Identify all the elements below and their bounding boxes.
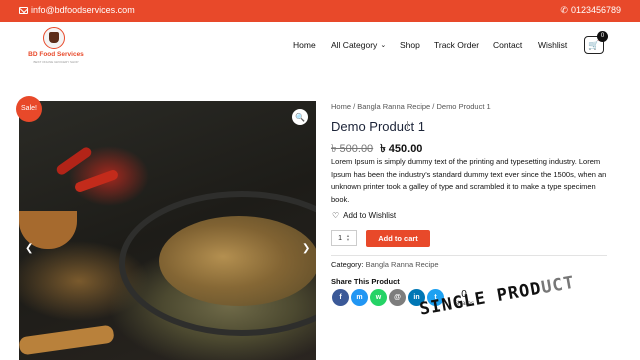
contact-phone[interactable]: ✆ 0123456789 (560, 5, 621, 15)
category-label: Category: (331, 260, 364, 269)
email-share-button[interactable]: @ (389, 289, 406, 306)
sale-badge: Sale! (16, 96, 42, 122)
product-title: Demo Product 1 (331, 119, 425, 134)
whatsapp-icon: w (375, 294, 382, 301)
quantity-stepper[interactable]: 1 ▲ ▼ (331, 230, 357, 246)
nav-track-order[interactable]: Track Order (434, 40, 479, 50)
image-detail-rolls (19, 324, 115, 356)
site-header: BD Food Services BEST ONLINE GROCERY SHO… (0, 22, 640, 70)
logo[interactable]: BD Food Services BEST ONLINE GROCERY SHO… (27, 27, 85, 67)
handwritten-overlay-text: SINGLE PRODUCT (418, 273, 576, 320)
whatsapp-share-button[interactable]: w (370, 289, 387, 306)
messenger-share-button[interactable]: m (351, 289, 368, 306)
sale-price: ৳ 450.00 (380, 143, 423, 155)
category-link[interactable]: Bangla Ranna Recipe (366, 260, 439, 269)
nav-shop[interactable]: Shop (400, 40, 420, 50)
cart-count-badge: 0 (597, 31, 608, 42)
messenger-icon: m (356, 294, 363, 301)
gallery-prev-button[interactable]: ❮ (25, 243, 33, 254)
product-image[interactable] (19, 101, 316, 360)
text-cursor (407, 121, 408, 129)
product-category: Category: Bangla Ranna Recipe (331, 260, 439, 269)
logo-mark-icon (43, 27, 65, 49)
magnifier-icon: 🔍 (295, 112, 305, 122)
envelope-icon (19, 6, 28, 14)
cart-icon: 🛒 (588, 39, 600, 50)
top-bar: info@bdfoodservices.com ✆ 0123456789 (0, 0, 640, 22)
logo-name: BD Food Services (28, 51, 84, 58)
contact-email[interactable]: info@bdfoodservices.com (19, 5, 135, 15)
add-to-wishlist-label: Add to Wishlist (343, 211, 397, 220)
stepper-arrows-icon[interactable]: ▲ ▼ (346, 234, 350, 242)
quantity-value: 1 (338, 234, 342, 242)
facebook-icon: f (339, 294, 342, 301)
cart-button[interactable]: 🛒 0 (584, 31, 608, 54)
nav-wishlist[interactable]: Wishlist (538, 40, 567, 50)
gallery-next-button[interactable]: ❯ (302, 243, 310, 254)
email-text: info@bdfoodservices.com (31, 5, 135, 15)
overlay-text-main: SINGLE PROD (418, 278, 544, 320)
image-detail-food (159, 216, 316, 306)
email-icon: @ (394, 294, 401, 301)
nav-contact[interactable]: Contact (493, 40, 522, 50)
logo-tagline: BEST ONLINE GROCERY SHOP (33, 60, 79, 64)
facebook-share-button[interactable]: f (332, 289, 349, 306)
share-title: Share This Product (331, 277, 400, 286)
breadcrumb[interactable]: Home / Bangla Ranna Recipe / Demo Produc… (331, 102, 491, 111)
image-detail-chili (54, 145, 94, 177)
nav-all-category[interactable]: All Category ⌄ (331, 40, 386, 50)
product-description: Lorem Ipsum is simply dummy text of the … (331, 157, 607, 204)
phone-text: 0123456789 (570, 5, 621, 15)
heart-icon: ♡ (332, 211, 340, 220)
image-detail-chili (73, 168, 120, 194)
add-to-wishlist-link[interactable]: ♡ Add to Wishlist (332, 211, 396, 220)
nav-all-category-label: All Category (331, 40, 378, 50)
add-to-cart-button[interactable]: Add to cart (366, 230, 430, 247)
divider (331, 255, 607, 256)
chevron-down-icon: ⌄ (380, 42, 387, 49)
nav-home[interactable]: Home (293, 40, 316, 50)
zoom-button[interactable]: 🔍 (292, 109, 308, 125)
old-price: ৳ 500.00 (331, 143, 374, 155)
phone-icon: ✆ (560, 4, 568, 15)
overlay-text-faint: UCT (539, 272, 577, 299)
